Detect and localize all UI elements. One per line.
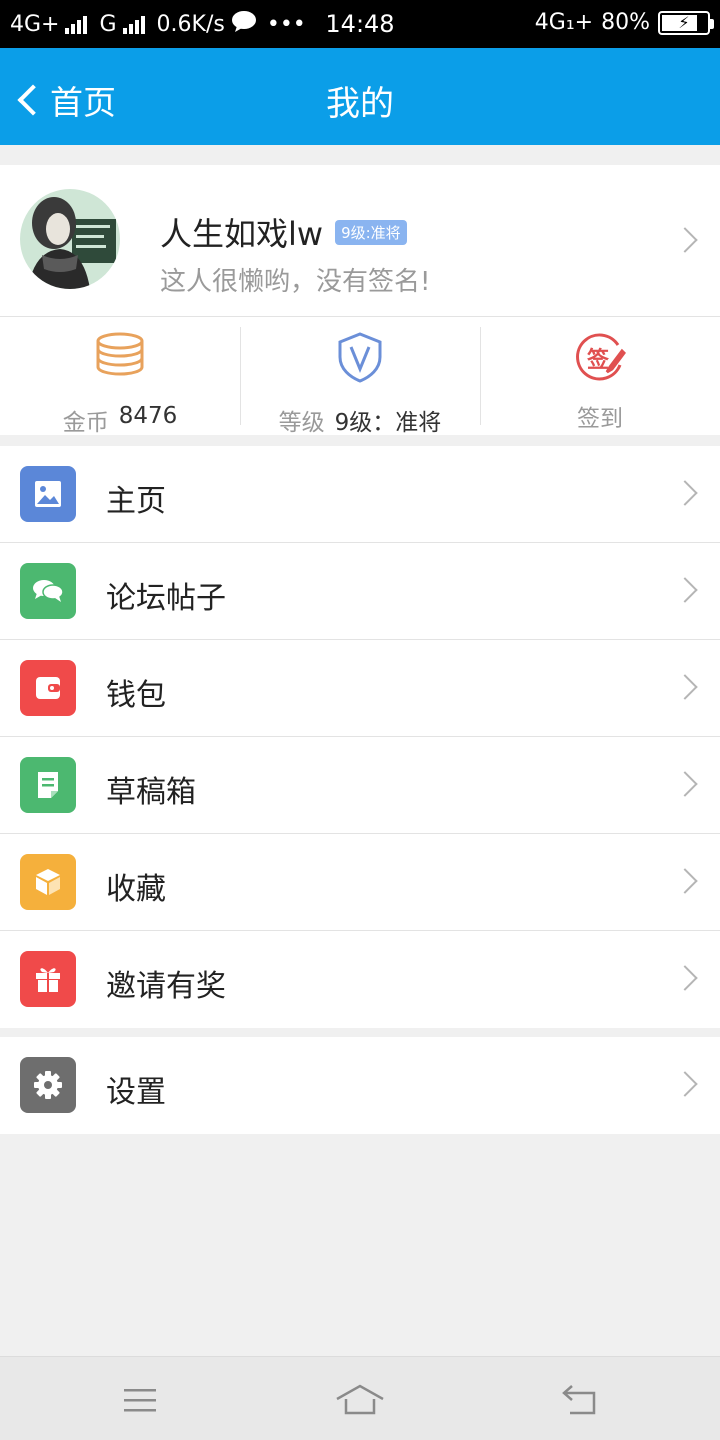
sign-in-stat[interactable]: 签 签到 [480, 317, 720, 435]
return-icon [562, 1385, 596, 1415]
chevron-right-icon [672, 965, 698, 991]
chat-bubbles-icon [20, 563, 76, 619]
sign-in-icon: 签 [574, 331, 626, 383]
chevron-right-icon [672, 868, 698, 894]
chevron-right-icon [672, 1071, 698, 1097]
system-nav-bar [0, 1356, 720, 1440]
image-icon [20, 466, 76, 522]
menu-item-settings[interactable]: 设置 [0, 1037, 720, 1134]
coins-icon [94, 331, 146, 387]
menu-item-invite-rewards[interactable]: 邀请有奖 [0, 931, 720, 1028]
chevron-right-icon [672, 577, 698, 603]
menu-label: 邀请有奖 [106, 969, 226, 1004]
nav-bar: 首页 我的 [0, 48, 720, 145]
menu-list: 主页 论坛帖子 钱包 草稿箱 收藏 邀请有奖 [0, 446, 720, 1028]
home-button[interactable] [330, 1375, 390, 1425]
chevron-right-icon [672, 674, 698, 700]
signature: 这人很懒哟，没有签名! [160, 267, 431, 297]
hamburger-icon [124, 1389, 156, 1412]
chevron-right-icon [672, 227, 698, 253]
menu-label: 收藏 [106, 872, 166, 907]
home-icon [336, 1384, 384, 1415]
avatar[interactable] [20, 189, 120, 289]
shield-v-icon [334, 331, 386, 387]
battery-percent: 80% [601, 10, 650, 35]
page-title: 我的 [326, 84, 394, 124]
level-label: 等级 [278, 410, 325, 436]
menu-label: 论坛帖子 [106, 581, 226, 616]
coins-label: 金币 [62, 410, 109, 436]
sign-in-label: 签到 [577, 406, 623, 432]
menu-item-forum-posts[interactable]: 论坛帖子 [0, 543, 720, 640]
profile-card[interactable]: 人生如戏lw 9级:准将 这人很懒哟，没有签名! [0, 165, 720, 317]
menu-label: 主页 [106, 484, 166, 519]
back-nav-button[interactable] [550, 1375, 610, 1425]
stats-row: 金币 8476 等级 9级：准将 签 签到 [0, 317, 720, 436]
wallet-icon [20, 660, 76, 716]
draft-note-icon [20, 757, 76, 813]
menu-item-wallet[interactable]: 钱包 [0, 640, 720, 737]
menu-item-drafts[interactable]: 草稿箱 [0, 737, 720, 834]
network-type-right: 4G₁+ [534, 10, 594, 35]
menu-item-favorites[interactable]: 收藏 [0, 834, 720, 931]
chevron-right-icon [672, 480, 698, 506]
menu-button[interactable] [110, 1375, 170, 1425]
battery-icon: ⚡ [658, 10, 714, 35]
chevron-right-icon [672, 771, 698, 797]
level-badge: 9级:准将 [335, 219, 407, 245]
level-stat[interactable]: 等级 9级：准将 [240, 317, 480, 436]
coins-value: 8476 [118, 403, 178, 429]
username: 人生如戏lw [160, 215, 324, 253]
level-value: 9级：准将 [334, 410, 442, 436]
gear-icon [20, 1057, 76, 1113]
gift-icon [20, 951, 76, 1007]
box-icon [20, 854, 76, 910]
coins-stat[interactable]: 金币 8476 [0, 317, 240, 436]
sign-in-stamp-text: 签 [587, 348, 610, 373]
settings-group: 设置 [0, 1037, 720, 1134]
menu-label: 设置 [106, 1075, 166, 1110]
menu-label: 钱包 [106, 678, 166, 713]
status-bar: 4G+ G 0.6K/s ••• 14:48 4G₁+ 80% ⚡ [0, 0, 720, 48]
menu-label: 草稿箱 [106, 775, 196, 810]
menu-item-homepage[interactable]: 主页 [0, 446, 720, 543]
